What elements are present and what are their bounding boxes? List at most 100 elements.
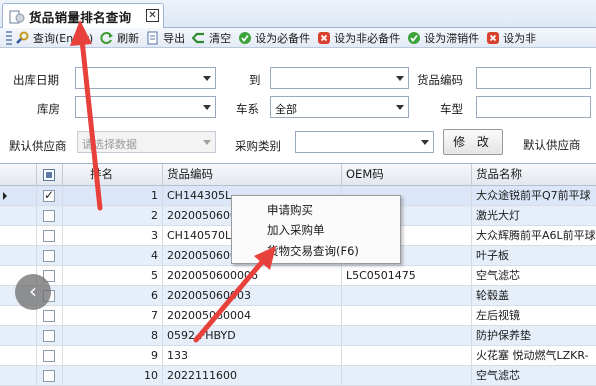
- set-slow-button[interactable]: 设为滞销件: [407, 30, 479, 46]
- tab-strip: 货品销量排名查询 ✕: [0, 0, 596, 29]
- cell-rank[interactable]: 5: [63, 266, 163, 286]
- close-icon[interactable]: ✕: [146, 9, 159, 22]
- menu-item-add-to-purchase-order[interactable]: 加入采购单: [267, 222, 325, 238]
- cell-oem[interactable]: [342, 286, 472, 306]
- refresh-button[interactable]: 刷新: [100, 30, 139, 46]
- cell-part-name[interactable]: 空气滤芯: [472, 266, 596, 286]
- current-row-indicator-icon: [3, 192, 7, 200]
- cell-part-name[interactable]: 空气滤芯: [472, 366, 596, 386]
- table-row[interactable]: 8 0592-FHBYD 防护保养垫: [0, 326, 596, 346]
- default-supplier-label: 默认供应商: [9, 139, 67, 153]
- document-icon: [9, 10, 25, 23]
- warehouse-label: 库房: [37, 102, 60, 116]
- search-icon: [16, 31, 29, 44]
- check-circle-icon: [239, 31, 252, 44]
- modify-button[interactable]: 修 改: [443, 129, 503, 155]
- cell-part-name[interactable]: 大众途锐前平Q7前平球: [472, 186, 596, 206]
- cell-rank[interactable]: 6: [63, 286, 163, 306]
- tab-sales-ranking[interactable]: 货品销量排名查询 ✕: [2, 3, 164, 29]
- supplier-select[interactable]: 请选择数据: [77, 131, 216, 153]
- row-checkbox[interactable]: [43, 210, 55, 222]
- toolbar: 查询(Enter) 刷新 导出 清空 设为必备件 设为非必备件 设为滞销件 设为…: [0, 28, 596, 48]
- clear-button[interactable]: 清空: [192, 30, 231, 46]
- set-not-slow-button[interactable]: 设为非: [486, 30, 536, 46]
- out-date-label: 出库日期: [13, 73, 59, 87]
- row-checkbox[interactable]: [43, 350, 55, 362]
- cell-oem[interactable]: [342, 366, 472, 386]
- cell-part-code[interactable]: 133: [163, 346, 342, 366]
- cell-part-code[interactable]: 202005060004: [163, 306, 342, 326]
- row-indicator-cell: [0, 366, 37, 386]
- cell-rank[interactable]: 4: [63, 246, 163, 266]
- header-part-name[interactable]: 货品名称: [472, 164, 596, 186]
- set-required-label: 设为必备件: [255, 31, 311, 45]
- header-rank[interactable]: 排名: [63, 164, 163, 186]
- part-code-input[interactable]: [476, 67, 591, 89]
- cell-part-name[interactable]: 大众辉腾前平A6L前平球: [472, 226, 596, 246]
- chevron-down-icon[interactable]: [421, 140, 429, 145]
- cell-part-code[interactable]: 2020050600006: [163, 266, 342, 286]
- row-checkbox[interactable]: [43, 310, 55, 322]
- table-row[interactable]: 10 2022111600 空气滤芯: [0, 366, 596, 386]
- cell-part-name[interactable]: 左后视镜: [472, 306, 596, 326]
- row-checkbox[interactable]: [43, 250, 55, 262]
- row-checkbox[interactable]: [43, 230, 55, 242]
- cell-rank[interactable]: 7: [63, 306, 163, 326]
- row-indicator-cell: [0, 186, 37, 206]
- series-select[interactable]: 全部: [270, 96, 409, 118]
- back-nav-button[interactable]: ‹: [15, 274, 51, 310]
- toolbar-grip[interactable]: [6, 30, 12, 45]
- chevron-down-icon[interactable]: [203, 105, 211, 110]
- cell-rank[interactable]: 3: [63, 226, 163, 246]
- row-indicator-cell: [0, 246, 37, 266]
- row-checkbox[interactable]: [43, 330, 55, 342]
- set-required-button[interactable]: 设为必备件: [238, 30, 310, 46]
- out-date-start-field[interactable]: [75, 67, 216, 89]
- chevron-down-icon[interactable]: [203, 76, 211, 81]
- cell-rank[interactable]: 10: [63, 366, 163, 386]
- cell-rank[interactable]: 1: [63, 186, 163, 206]
- cancel-circle-icon: [318, 31, 331, 44]
- chevron-down-icon[interactable]: [203, 140, 211, 145]
- out-date-end-field[interactable]: [270, 67, 409, 89]
- menu-item-transaction-query[interactable]: 货物交易查询(F6): [267, 243, 359, 259]
- header-select-all[interactable]: [37, 164, 63, 186]
- table-row[interactable]: 9 133 火花塞 悦动燃气LZKR-: [0, 346, 596, 366]
- cell-part-name[interactable]: 轮毂盖: [472, 286, 596, 306]
- header-oem[interactable]: OEM码: [342, 164, 472, 186]
- cell-part-name[interactable]: 激光大灯: [472, 206, 596, 226]
- cell-rank[interactable]: 9: [63, 346, 163, 366]
- cell-part-name[interactable]: 火花塞 悦动燃气LZKR-: [472, 346, 596, 366]
- table-row[interactable]: 6 202005060003 轮毂盖: [0, 286, 596, 306]
- chevron-down-icon[interactable]: [396, 105, 404, 110]
- cell-part-name[interactable]: 防护保养垫: [472, 326, 596, 346]
- cell-part-code[interactable]: 2022111600: [163, 366, 342, 386]
- cell-oem[interactable]: [342, 326, 472, 346]
- purchase-type-select[interactable]: [295, 131, 434, 153]
- cell-rank[interactable]: 8: [63, 326, 163, 346]
- cell-part-code[interactable]: 0592-FHBYD: [163, 326, 342, 346]
- cell-part-code[interactable]: 202005060003: [163, 286, 342, 306]
- table-row[interactable]: 5 2020050600006 L5C0501475 空气滤芯: [0, 266, 596, 286]
- chevron-down-icon[interactable]: [396, 76, 404, 81]
- select-all-checkbox[interactable]: [43, 169, 55, 181]
- header-part-code[interactable]: 货品编码: [163, 164, 342, 186]
- set-not-required-button[interactable]: 设为非必备件: [317, 30, 400, 46]
- table-row[interactable]: 7 202005060004 左后视镜: [0, 306, 596, 326]
- cell-oem[interactable]: [342, 306, 472, 326]
- cell-part-name[interactable]: 叶子板: [472, 246, 596, 266]
- export-button[interactable]: 导出: [146, 30, 185, 46]
- cell-rank[interactable]: 2: [63, 206, 163, 226]
- menu-item-request-purchase[interactable]: 申请购买: [267, 202, 313, 218]
- cell-oem[interactable]: L5C0501475: [342, 266, 472, 286]
- series-value: 全部: [275, 103, 297, 116]
- set-not-slow-label: 设为非: [503, 31, 537, 45]
- row-checkbox[interactable]: [43, 370, 55, 382]
- cell-oem[interactable]: [342, 346, 472, 366]
- warehouse-select[interactable]: [75, 96, 216, 118]
- refresh-label: 刷新: [117, 31, 140, 45]
- row-checkbox[interactable]: [43, 188, 55, 202]
- query-button[interactable]: 查询(Enter): [16, 30, 93, 46]
- model-input[interactable]: [476, 96, 591, 118]
- part-code-label: 货品编码: [417, 73, 463, 87]
